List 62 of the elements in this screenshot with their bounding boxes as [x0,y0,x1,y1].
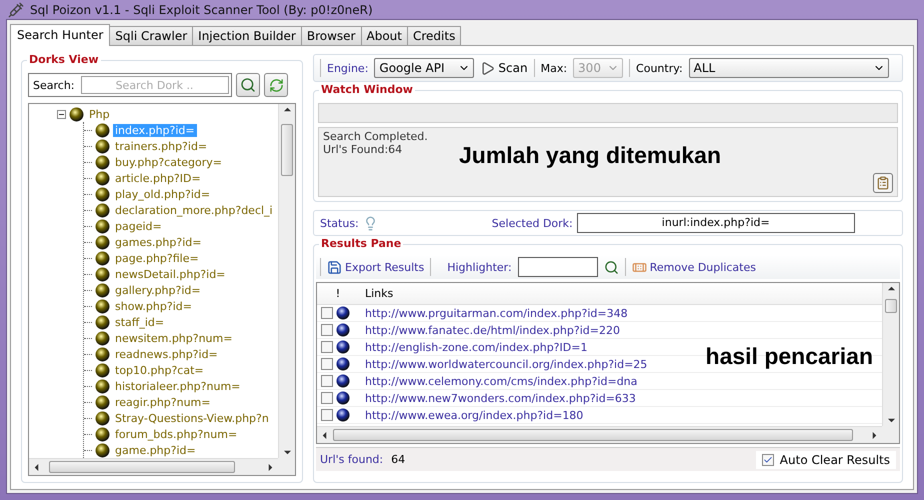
engine-label: Engine: [327,62,368,74]
log-line: Url's Found:64 [323,143,402,156]
tree-item[interactable]: reagir.php?num= [113,396,212,408]
tab[interactable]: Sqli Crawler [109,26,194,46]
panel-title: Results Pane [319,237,404,250]
tree-item[interactable]: readnews.php?id= [113,348,220,360]
tree-item[interactable]: games.php?id= [113,236,204,248]
urls-found-count: 64 [391,453,406,466]
country-label: Country: [636,62,683,74]
link-cell[interactable]: http://www.celemony.com/cms/index.php?id=dna [365,374,638,388]
tab[interactable]: Browser [300,26,362,46]
tree-item[interactable]: game.php?id= [113,444,198,456]
tree-item[interactable]: top10.php?cat= [113,364,206,376]
tree-item[interactable]: show.php?id= [113,300,194,312]
tree-item[interactable]: Stray-Questions-View.php?n [113,412,271,424]
link-cell[interactable]: http://www.fanatec.de/html/index.php?id=220 [365,324,620,336]
tree-item[interactable]: newsDetail.php?id= [113,268,228,280]
tab[interactable]: Injection Builder [192,26,302,46]
link-cell[interactable]: http://english-zone.com/index.php?ID=1 [365,340,588,354]
selected-dork-field[interactable]: inurl:index.php?id= [576,213,855,233]
panel-title: Watch Window [319,83,415,96]
status-label: Status: [320,216,359,230]
selected-dork-label: Selected Dork: [492,216,573,230]
tab[interactable]: Search Hunter [10,24,110,46]
tree-item[interactable]: article.php?ID= [113,172,203,184]
link-cell[interactable]: http://www.ewea.org/index.php?id=180 [365,408,584,422]
scan-button[interactable]: Scan [480,60,528,76]
remove-duplicates-button[interactable]: Remove Duplicates [632,260,756,274]
tab[interactable]: Credits [406,26,462,46]
column-header[interactable]: Links [359,287,882,300]
tree-item[interactable]: index.php?id= [113,124,197,136]
annotation-text: Jumlah yang ditemukan [459,142,722,169]
tree-item[interactable]: historialeer.php?num= [113,380,242,392]
highlighter-label: Highlighter: [447,260,512,274]
tree-item[interactable]: staff_id= [113,316,166,328]
max-label: Max: [540,62,568,74]
tree-item[interactable]: Php [87,108,112,120]
tab[interactable]: About [360,26,408,46]
annotation-text: hasil pencarian [706,343,873,370]
auto-clear-checkbox[interactable]: Auto Clear Results [756,450,896,468]
tree-item[interactable]: play_old.php?id= [113,188,212,200]
tree-item[interactable]: newsitem.php?num= [113,332,234,344]
country-dropdown[interactable]: ALL [688,58,889,78]
link-cell[interactable]: http://www.prguitarman.com/index.php?id=348 [365,306,628,320]
search-field[interactable]: Search Dork .. [80,76,228,94]
tree-item[interactable]: trainers.php?id= [113,140,210,152]
urls-found-label: Url's found: [320,453,384,466]
tree-item[interactable]: forum_bds.php?num= [113,428,240,440]
column-header[interactable]: ! [317,287,359,300]
panel-title: Dorks View [27,53,101,66]
engine-dropdown[interactable]: Google API [374,58,474,78]
export-results-button[interactable]: Export Results [327,260,424,274]
window-title: Sql Poizon v1.1 - Sqli Exploit Scanner Tool (By: p0!z0neR) [30,2,373,16]
search-label: Search: [33,78,74,92]
tree-item[interactable]: page.php?file= [113,252,201,264]
link-cell[interactable]: http://www.new7wonders.com/index.php?id=633 [365,392,636,404]
tree-item[interactable]: gallery.php?id= [113,284,203,296]
tree-item[interactable]: buy.php?category= [113,156,224,168]
log-line: Search Completed. [323,130,428,143]
link-cell[interactable]: http://www.worldwatercouncil.org/index.php?id=25 [365,358,648,370]
tree-item[interactable]: declaration_more.php?decl_i [113,204,275,216]
tree-item[interactable]: pageid= [113,220,164,232]
